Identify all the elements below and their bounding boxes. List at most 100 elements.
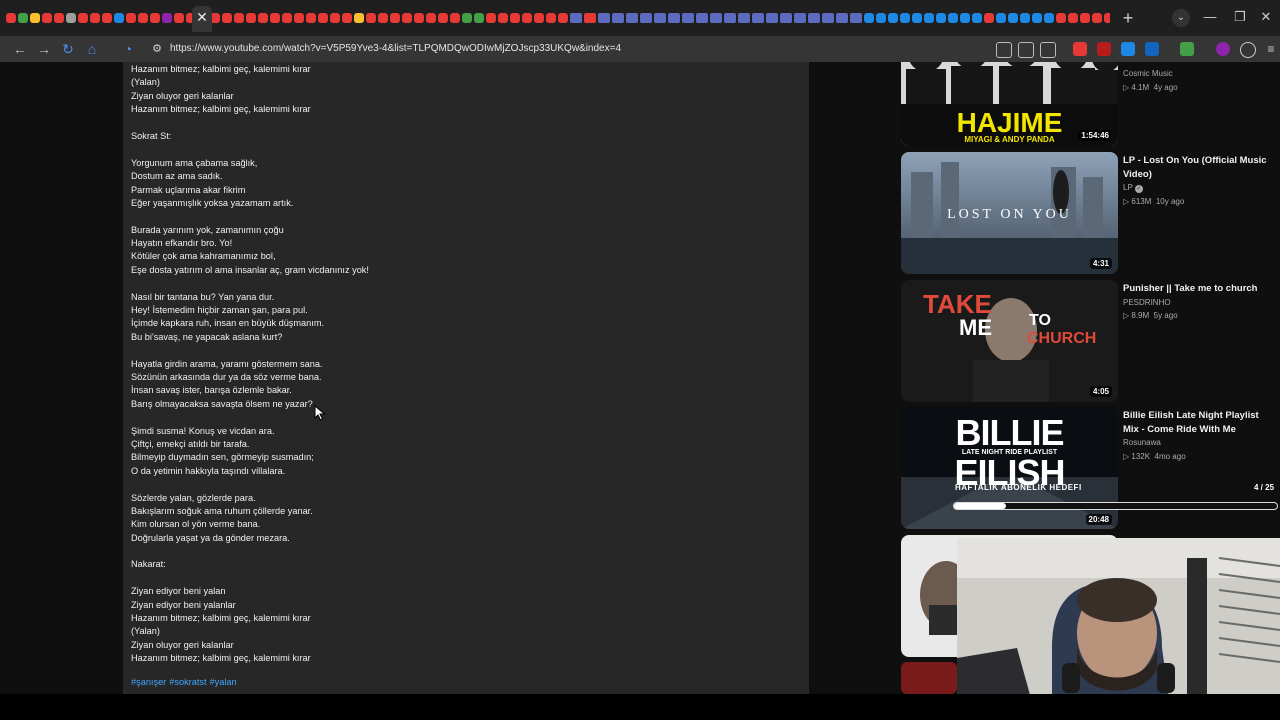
tab-favicon-icon[interactable] [1104,13,1110,23]
tab-favicon-icon[interactable] [864,13,874,23]
url-text[interactable]: https://www.youtube.com/watch?v=V5P59Yve… [170,42,621,56]
tab-favicon-icon[interactable] [996,13,1006,23]
new-tab-button[interactable]: + [1120,9,1136,27]
channel-name[interactable]: Cosmic Music [1123,68,1173,79]
tab-favicon-icon[interactable] [30,13,40,23]
tab-favicon-icon[interactable] [234,13,244,23]
video-description-panel[interactable]: Hazanım bitmez; kalbimi geç, kalemimi kı… [123,62,809,694]
tab-favicon-icon[interactable] [66,13,76,23]
tab-favicon-icon[interactable] [6,13,16,23]
tab-favicon-icon[interactable] [626,13,638,23]
account-icon[interactable] [1240,42,1256,58]
tab-favicon-icon[interactable] [90,13,100,23]
close-tab-icon[interactable]: ✕ [195,9,209,25]
flask-icon[interactable] [1180,42,1194,56]
minimize-window-icon[interactable]: — [1202,9,1218,25]
tab-favicon-icon[interactable] [450,13,460,23]
tab-favicon-icon[interactable] [668,13,680,23]
tab-favicon-icon[interactable] [222,13,232,23]
tab-favicon-icon[interactable] [510,13,520,23]
tab-favicon-icon[interactable] [438,13,448,23]
adblock-icon[interactable] [1097,42,1111,56]
tab-favicon-icon[interactable] [936,13,946,23]
tab-favicon-icon[interactable] [558,13,568,23]
tab-favicon-icon[interactable] [390,13,400,23]
tab-favicon-icon[interactable] [1092,13,1102,23]
recommendation-item[interactable]: HAJIME MIYAGI & ANDY PANDA 1:54:46 Cosmi… [901,62,1280,146]
tab-favicon-icon[interactable] [794,13,806,23]
tab-favicon-icon[interactable] [598,13,610,23]
tab-favicon-icon[interactable] [850,13,862,23]
extension-badge-icon[interactable] [1121,42,1135,56]
tab-favicon-icon[interactable] [1020,13,1030,23]
tab-favicon-icon[interactable] [354,13,364,23]
tab-favicon-icon[interactable] [270,13,280,23]
tab-favicon-icon[interactable] [378,13,388,23]
tab-favicon-icon[interactable] [888,13,898,23]
tab-favicon-icon[interactable] [126,13,136,23]
tab-favicon-icon[interactable] [710,13,722,23]
tab-favicon-icon[interactable] [114,13,124,23]
reload-icon[interactable]: ↻ [60,41,76,57]
tab-favicon-icon[interactable] [724,13,736,23]
hashtag-link[interactable]: #yalan [210,677,237,687]
tab-favicon-icon[interactable] [960,13,970,23]
site-info-icon[interactable]: ⚙ [150,42,164,56]
video-title[interactable]: Billie Eilish Late Night Playlist Mix - … [1123,409,1273,436]
next-thumbnail-peek[interactable] [901,662,957,694]
tab-favicon-icon[interactable] [102,13,112,23]
tab-favicon-icon[interactable] [984,13,994,23]
tab-favicon-icon[interactable] [780,13,792,23]
tab-favicon-icon[interactable] [534,13,544,23]
tab-favicon-icon[interactable] [462,13,472,23]
tab-favicon-icon[interactable] [486,13,496,23]
tab-favicon-icon[interactable] [246,13,256,23]
tab-favicon-icon[interactable] [948,13,958,23]
tab-favicon-icon[interactable] [522,13,532,23]
forward-arrow-icon[interactable]: → [36,41,52,57]
video-thumbnail[interactable]: BILLIE EILISH LATE NIGHT RIDE PLAYLIST 2… [901,407,1118,529]
channel-name[interactable]: LP ✓ [1123,182,1143,193]
share-icon[interactable] [1018,42,1034,58]
tab-favicon-icon[interactable] [498,13,508,23]
tab-favicon-icon[interactable] [294,13,304,23]
youtube-extension-icon[interactable] [1073,42,1087,56]
address-bar[interactable]: ⚙ https://www.youtube.com/watch?v=V5P59Y… [140,39,1140,59]
cast-icon[interactable] [996,42,1012,58]
tab-favicon-icon[interactable] [640,13,652,23]
tab-favicon-icon[interactable] [1032,13,1042,23]
tab-favicon-icon[interactable] [972,13,982,23]
back-arrow-icon[interactable]: ← [12,41,28,57]
tab-favicon-icon[interactable] [150,13,160,23]
tab-favicon-icon[interactable] [1080,13,1090,23]
tab-favicon-icon[interactable] [924,13,934,23]
tab-favicon-icon[interactable] [306,13,316,23]
channel-name[interactable]: Rosunawa [1123,437,1161,448]
tab-favicon-icon[interactable] [402,13,412,23]
tab-favicon-icon[interactable] [766,13,778,23]
menu-icon[interactable]: ≡ [1264,42,1278,56]
tab-favicon-icon[interactable] [366,13,376,23]
extension-icon[interactable]: ◔ [120,41,136,57]
tab-favicon-icon[interactable] [822,13,834,23]
video-title[interactable]: LP - Lost On You (Official Music Video) [1123,154,1273,181]
video-thumbnail[interactable]: TAKE ME TO CHURCH 4:05 [901,280,1118,402]
tab-favicon-icon[interactable] [612,13,624,23]
tab-favicon-icon[interactable] [474,13,484,23]
recommendation-item[interactable]: BILLIE EILISH LATE NIGHT RIDE PLAYLIST 2… [901,407,1280,529]
tab-favicon-icon[interactable] [1056,13,1066,23]
tab-favicon-icon[interactable] [1068,13,1078,23]
tab-favicon-icon[interactable] [570,13,582,23]
hashtag-link[interactable]: #sokratst [169,677,206,687]
tab-favicon-icon[interactable] [696,13,708,23]
tab-favicon-icon[interactable] [546,13,556,23]
tab-favicon-icon[interactable] [342,13,352,23]
profile-dot-icon[interactable] [1216,42,1230,56]
tab-favicon-icon[interactable] [42,13,52,23]
bookmark-icon[interactable] [1040,42,1056,58]
tab-favicon-icon[interactable] [318,13,328,23]
tab-favicon-icon[interactable] [54,13,64,23]
tab-favicon-icon[interactable] [258,13,268,23]
recommendation-item[interactable]: TAKE ME TO CHURCH 4:05 Punisher || Take … [901,280,1280,402]
tab-favicon-icon[interactable] [682,13,694,23]
